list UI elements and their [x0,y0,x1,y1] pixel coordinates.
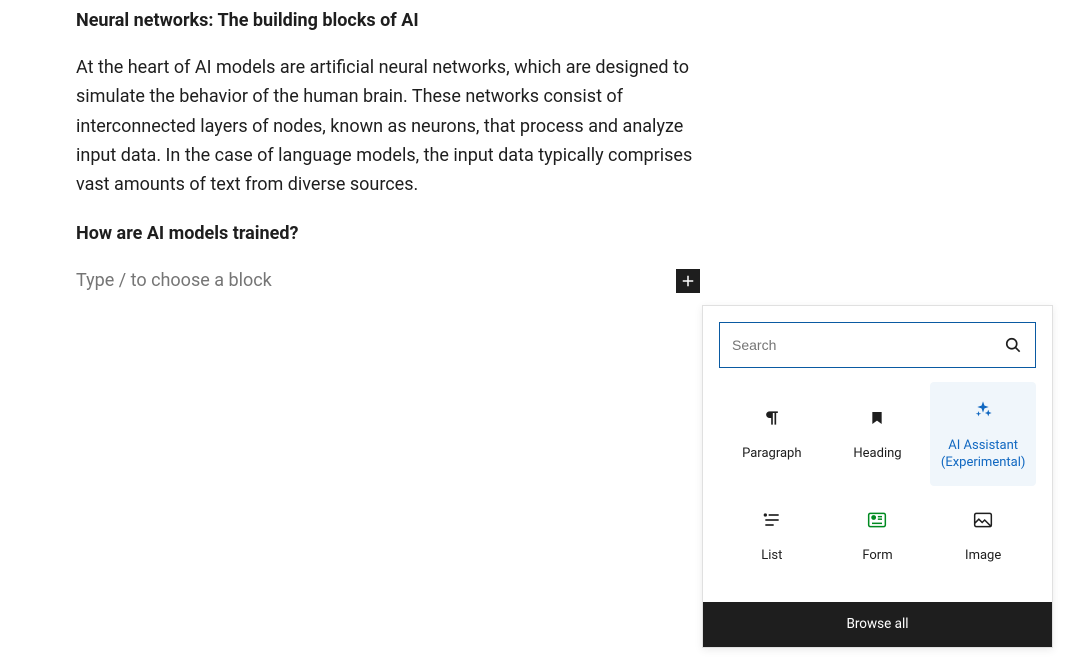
block-label: Paragraph [742,446,801,463]
block-label: AI Assistant (Experimental) [934,438,1032,472]
list-icon [762,508,782,532]
block-inserter-popover: Paragraph Heading AI Assistant (Experime… [702,305,1053,648]
block-label: Heading [853,446,901,463]
block-option-heading[interactable]: Heading [825,382,931,486]
block-option-list[interactable]: List [719,486,825,586]
heading-training: How are AI models trained? [76,221,700,246]
ai-assistant-icon [974,398,992,422]
block-option-form[interactable]: Form [825,486,931,586]
plus-icon [679,272,697,290]
paragraph-content: At the heart of AI models are artificial… [76,53,696,199]
add-block-button[interactable] [676,269,700,293]
block-placeholder[interactable]: Type / to choose a block [76,268,668,293]
block-option-ai-assistant[interactable]: AI Assistant (Experimental) [930,382,1036,486]
heading-neural-networks: Neural networks: The building blocks of … [76,8,700,33]
block-option-image[interactable]: Image [930,486,1036,586]
browse-all-button[interactable]: Browse all [703,602,1052,647]
search-icon [1003,335,1023,355]
block-label: Form [862,548,892,565]
search-input[interactable] [732,337,1003,353]
heading-icon [869,406,885,430]
block-option-paragraph[interactable]: Paragraph [719,382,825,486]
block-label: List [761,548,782,565]
block-label: Image [965,548,1001,565]
image-icon [973,508,993,532]
form-icon [867,508,887,532]
paragraph-icon [762,406,782,430]
search-field-wrapper [719,322,1036,368]
